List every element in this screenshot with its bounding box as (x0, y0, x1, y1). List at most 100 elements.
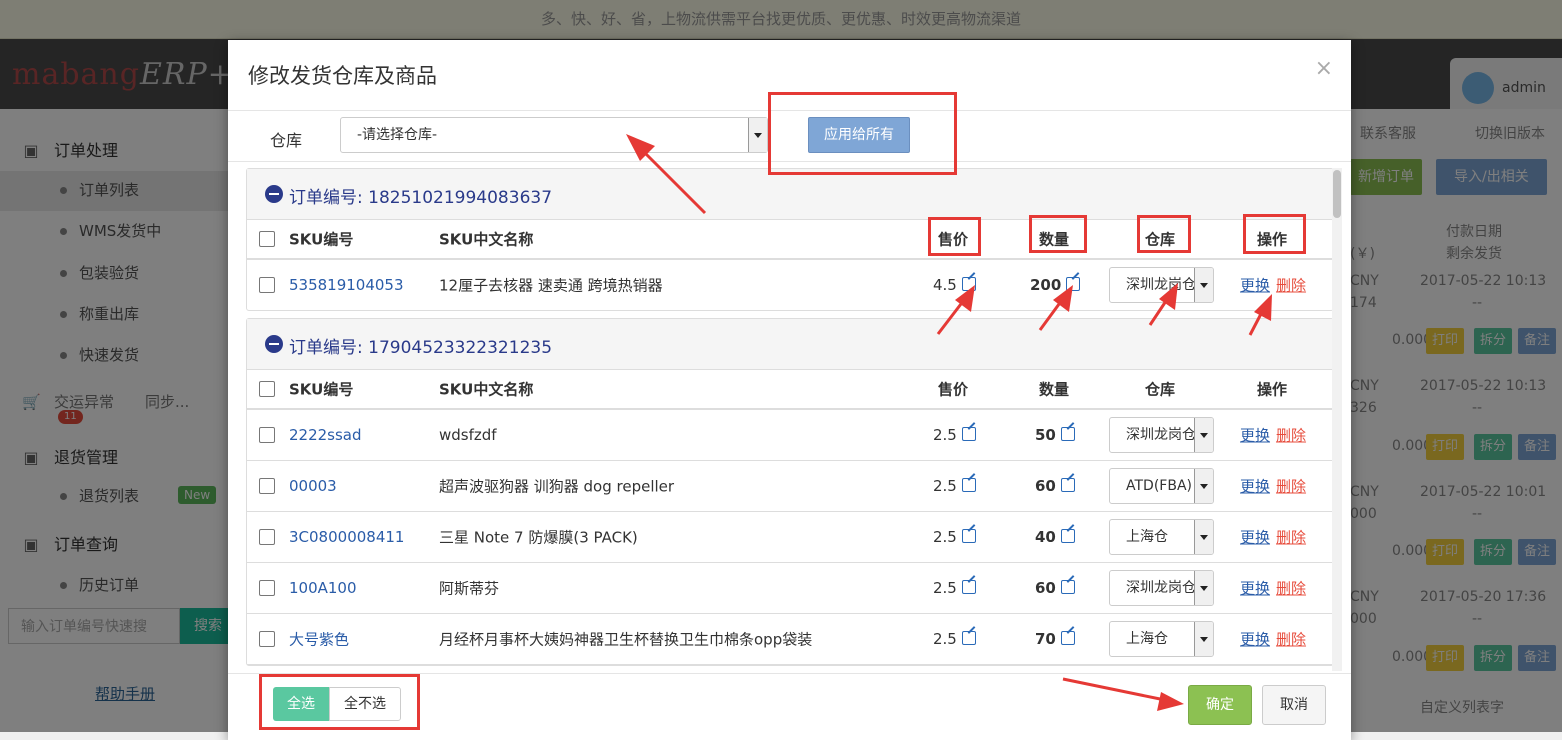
order-header: 订单编号: 18251021994083637 (247, 169, 1333, 220)
change-link[interactable]: 更换 (1240, 277, 1270, 295)
chevron-down-icon[interactable] (748, 118, 767, 152)
row-warehouse-select[interactable]: 上海仓 (1109, 519, 1214, 555)
edit-icon[interactable] (1060, 478, 1075, 492)
delete-link[interactable]: 删除 (1276, 529, 1306, 547)
row-checkbox[interactable] (259, 580, 275, 596)
edit-icon[interactable] (961, 277, 976, 291)
chevron-down-icon[interactable] (1194, 520, 1213, 554)
sku-link[interactable]: 大号紫色 (289, 629, 349, 650)
sku-link[interactable]: 100A100 (289, 579, 357, 597)
warehouse-select[interactable]: -请选择仓库- (340, 117, 768, 153)
col-operation: 操作 (1257, 230, 1288, 249)
scrollbar[interactable] (1332, 168, 1342, 671)
col-name: SKU中文名称 (439, 380, 534, 399)
qty-value: 60 (1035, 579, 1056, 597)
change-link[interactable]: 更换 (1240, 580, 1270, 598)
col-qty: 数量 (1039, 230, 1070, 249)
order-panel: 订单编号: 18251021994083637 SKU编号 SKU中文名称 售价… (246, 168, 1334, 311)
qty-value: 70 (1035, 630, 1056, 648)
table-row: 100A100 阿斯蒂芬 2.5 60 深圳龙岗仓 更换 删除 (247, 563, 1333, 614)
chevron-down-icon[interactable] (1194, 622, 1213, 656)
price-value: 2.5 (933, 579, 957, 597)
modal-title: 修改发货仓库及商品 (248, 64, 437, 88)
collapse-icon[interactable] (265, 185, 283, 203)
edit-icon[interactable] (961, 631, 976, 645)
qty-value: 40 (1035, 528, 1056, 546)
col-warehouse: 仓库 (1145, 230, 1176, 249)
change-link[interactable]: 更换 (1240, 427, 1270, 445)
edit-icon[interactable] (1060, 631, 1075, 645)
delete-link[interactable]: 删除 (1276, 427, 1306, 445)
chevron-down-icon[interactable] (1194, 418, 1213, 452)
delete-link[interactable]: 删除 (1276, 580, 1306, 598)
qty-value: 200 (1030, 276, 1062, 294)
edit-warehouse-modal: 修改发货仓库及商品 × 仓库 -请选择仓库- 应用给所有 订单编号: 18251… (228, 40, 1351, 740)
sku-name: 阿斯蒂芬 (439, 579, 500, 598)
col-name: SKU中文名称 (439, 230, 534, 249)
divider (228, 110, 1351, 111)
scrollbar-thumb[interactable] (1333, 170, 1341, 218)
select-all-checkbox[interactable] (259, 231, 275, 247)
sku-name: 超声波驱狗器 训狗器 dog repeller (439, 477, 675, 496)
select-all-checkbox[interactable] (259, 381, 275, 397)
orders-scroll-area[interactable]: 订单编号: 18251021994083637 SKU编号 SKU中文名称 售价… (246, 168, 1346, 671)
chevron-down-icon[interactable] (1194, 469, 1213, 503)
row-warehouse-value: 深圳龙岗仓 (1126, 277, 1196, 293)
row-checkbox[interactable] (259, 478, 275, 494)
select-all-button[interactable]: 全选 (273, 687, 329, 721)
qty-value: 60 (1035, 477, 1056, 495)
sku-name: 三星 Note 7 防爆膜(3 PACK) (439, 528, 638, 547)
sku-link[interactable]: 535819104053 (289, 276, 404, 294)
sku-link[interactable]: 3C0800008411 (289, 528, 404, 546)
row-warehouse-select[interactable]: 深圳龙岗仓 (1109, 267, 1214, 303)
sku-name: 月经杯月事杯大姨妈神器卫生杯替换卫生巾棉条opp袋装 (439, 630, 813, 649)
price-value: 2.5 (933, 630, 957, 648)
change-link[interactable]: 更换 (1240, 529, 1270, 547)
row-checkbox[interactable] (259, 427, 275, 443)
table-header: SKU编号 SKU中文名称 售价 数量 仓库 操作 (247, 220, 1333, 260)
col-operation: 操作 (1257, 380, 1288, 399)
order-header: 订单编号: 17904523322321235 (247, 319, 1333, 370)
order-panel: 订单编号: 17904523322321235 SKU编号 SKU中文名称 售价… (246, 318, 1334, 666)
order-number: 订单编号: 18251021994083637 (289, 188, 553, 208)
row-warehouse-value: ATD(FBA) (1126, 478, 1192, 494)
row-checkbox[interactable] (259, 631, 275, 647)
chevron-down-icon[interactable] (1194, 571, 1213, 605)
change-link[interactable]: 更换 (1240, 478, 1270, 496)
row-warehouse-value: 上海仓 (1126, 631, 1168, 647)
row-checkbox[interactable] (259, 529, 275, 545)
edit-icon[interactable] (1060, 580, 1075, 594)
sku-link[interactable]: 2222ssad (289, 426, 362, 444)
sku-name: 12厘子去核器 速卖通 跨境热销器 (439, 276, 663, 295)
row-warehouse-select[interactable]: 深圳龙岗仓 (1109, 417, 1214, 453)
cancel-button[interactable]: 取消 (1262, 685, 1326, 725)
sku-link[interactable]: 00003 (289, 477, 337, 495)
table-header: SKU编号 SKU中文名称 售价 数量 仓库 操作 (247, 370, 1333, 410)
row-warehouse-value: 上海仓 (1126, 529, 1168, 545)
chevron-down-icon[interactable] (1194, 268, 1213, 302)
row-warehouse-select[interactable]: 深圳龙岗仓 (1109, 570, 1214, 606)
close-icon[interactable]: × (1315, 56, 1333, 81)
apply-to-all-button[interactable]: 应用给所有 (808, 117, 910, 153)
edit-icon[interactable] (961, 427, 976, 441)
edit-icon[interactable] (1066, 277, 1081, 291)
row-warehouse-select[interactable]: ATD(FBA) (1109, 468, 1214, 504)
confirm-button[interactable]: 确定 (1188, 685, 1252, 725)
edit-icon[interactable] (961, 580, 976, 594)
delete-link[interactable]: 删除 (1276, 478, 1306, 496)
edit-icon[interactable] (1060, 529, 1075, 543)
delete-link[interactable]: 删除 (1276, 631, 1306, 649)
delete-link[interactable]: 删除 (1276, 277, 1306, 295)
table-row: 大号紫色 月经杯月事杯大姨妈神器卫生杯替换卫生巾棉条opp袋装 2.5 70 上… (247, 614, 1333, 665)
change-link[interactable]: 更换 (1240, 631, 1270, 649)
edit-icon[interactable] (961, 529, 976, 543)
select-none-button[interactable]: 全不选 (329, 687, 401, 721)
col-sku: SKU编号 (289, 380, 354, 399)
row-warehouse-select[interactable]: 上海仓 (1109, 621, 1214, 657)
edit-icon[interactable] (1060, 427, 1075, 441)
price-value: 4.5 (933, 276, 957, 294)
col-price: 售价 (938, 230, 969, 249)
edit-icon[interactable] (961, 478, 976, 492)
row-checkbox[interactable] (259, 277, 275, 293)
collapse-icon[interactable] (265, 335, 283, 353)
